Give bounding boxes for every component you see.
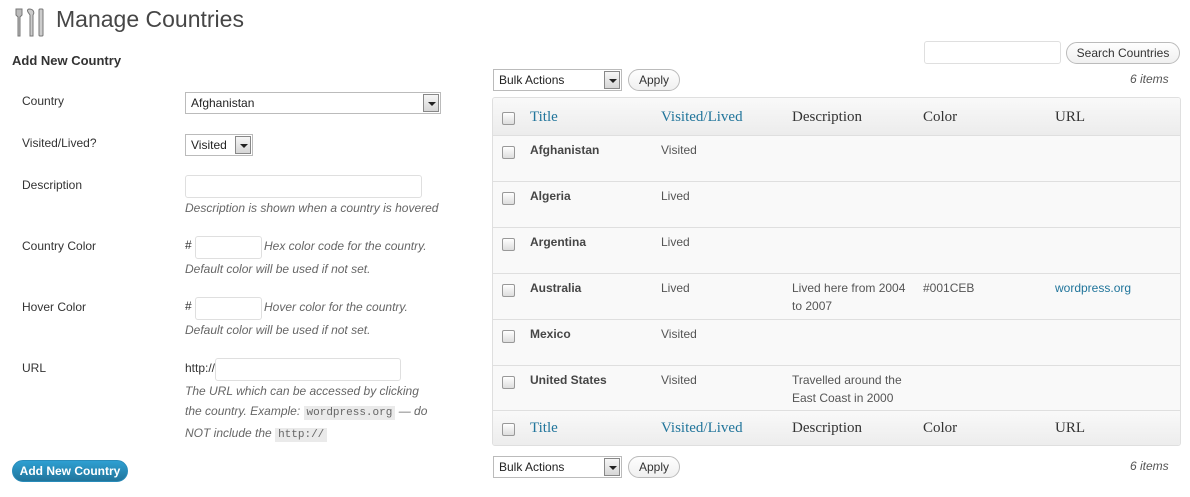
search-input[interactable] <box>924 41 1061 64</box>
url-hint-text: the country. Example: <box>185 404 301 418</box>
chevron-down-icon <box>423 94 439 112</box>
hover-color-default-hint: Default color will be used if not set. <box>185 323 371 337</box>
table-row: Argentina Lived <box>493 227 1180 273</box>
url-hint-code: wordpress.org <box>303 406 396 420</box>
row-title[interactable]: Australia <box>530 279 581 297</box>
visited-select[interactable]: Visited <box>185 134 253 156</box>
column-color: Color <box>923 420 958 436</box>
table-row: United States Visited Travelled around t… <box>493 365 1180 411</box>
row-visited: Lived <box>661 189 690 203</box>
chevron-down-icon <box>235 136 251 154</box>
row-title[interactable]: Afghanistan <box>530 141 599 159</box>
apply-button-bottom[interactable]: Apply <box>628 456 680 478</box>
row-checkbox[interactable] <box>502 376 515 389</box>
table-row: Mexico Visited <box>493 319 1180 365</box>
visited-select-value: Visited <box>191 138 227 152</box>
column-title[interactable]: Title <box>530 420 558 437</box>
select-all-checkbox[interactable] <box>502 112 515 125</box>
column-description: Description <box>792 109 862 125</box>
search-countries-button[interactable]: Search Countries <box>1066 42 1180 64</box>
table-row: Australia Lived Lived here from 2004 to … <box>493 273 1180 319</box>
url-prefix: http:// <box>185 361 216 375</box>
bulk-actions-value: Bulk Actions <box>499 460 565 474</box>
row-description: East Coast in 2000 <box>792 391 894 405</box>
description-hint: Description is shown when a country is h… <box>185 201 439 215</box>
add-new-country-button[interactable]: Add New Country <box>12 460 128 482</box>
bulk-actions-select-bottom[interactable]: Bulk Actions <box>493 456 622 478</box>
visited-label: Visited/Lived? <box>22 136 97 150</box>
hover-color-label: Hover Color <box>22 300 87 314</box>
url-hint-line-3: NOT include the http:// <box>185 424 328 445</box>
hash-prefix: # <box>185 299 192 313</box>
country-color-label: Country Color <box>22 239 97 253</box>
column-color: Color <box>923 109 958 125</box>
url-hint-code: http:// <box>275 428 328 442</box>
page-title: Manage Countries <box>56 6 244 32</box>
column-title[interactable]: Title <box>530 109 558 126</box>
apply-button-top[interactable]: Apply <box>628 69 680 91</box>
row-visited: Lived <box>661 235 690 249</box>
row-checkbox[interactable] <box>502 284 515 297</box>
row-description: to 2007 <box>792 299 833 313</box>
items-count-top: 6 items <box>1130 72 1169 86</box>
column-visited-lived[interactable]: Visited/Lived <box>661 420 743 437</box>
column-visited-lived[interactable]: Visited/Lived <box>661 109 743 126</box>
row-color: #001CEB <box>923 281 975 295</box>
row-visited: Visited <box>661 373 697 387</box>
hash-prefix: # <box>185 238 192 252</box>
items-count-bottom: 6 items <box>1130 459 1169 473</box>
column-url: URL <box>1055 420 1085 436</box>
column-description: Description <box>792 420 862 436</box>
row-url[interactable]: wordpress.org <box>1055 279 1131 297</box>
table-header-row: Title Visited/Lived Description Color UR… <box>493 98 1180 135</box>
url-hint-line-1: The URL which can be accessed by clickin… <box>185 384 419 398</box>
row-checkbox[interactable] <box>502 330 515 343</box>
bulk-actions-select-top[interactable]: Bulk Actions <box>493 69 622 91</box>
country-color-input[interactable] <box>195 236 262 259</box>
description-label: Description <box>22 178 83 192</box>
row-checkbox[interactable] <box>502 238 515 251</box>
url-hint-line-2: the country. Example: wordpress.org — do <box>185 402 427 423</box>
chevron-down-icon <box>604 71 620 89</box>
row-title[interactable]: Algeria <box>530 187 571 205</box>
row-description: Lived here from 2004 <box>792 281 906 295</box>
country-color-hint: Hex color code for the country. <box>264 239 427 253</box>
table-row: Afghanistan Visited <box>493 135 1180 181</box>
url-hint-text: NOT include the <box>185 426 272 440</box>
country-select-value: Afghanistan <box>191 96 255 110</box>
table-row: Algeria Lived <box>493 181 1180 227</box>
row-visited: Lived <box>661 281 690 295</box>
url-hint-text: — do <box>398 404 428 418</box>
row-title[interactable]: Mexico <box>530 325 571 343</box>
column-url: URL <box>1055 109 1085 125</box>
description-input[interactable] <box>185 175 422 198</box>
form-heading: Add New Country <box>12 53 122 68</box>
table-footer-row: Title Visited/Lived Description Color UR… <box>493 410 1180 445</box>
chevron-down-icon <box>604 458 620 476</box>
row-description: Travelled around the <box>792 373 902 387</box>
row-checkbox[interactable] <box>502 192 515 205</box>
bulk-actions-value: Bulk Actions <box>499 73 565 87</box>
hover-color-hint: Hover color for the country. <box>264 300 408 314</box>
hover-color-input[interactable] <box>195 297 262 320</box>
row-title[interactable]: Argentina <box>530 233 586 251</box>
tools-icon <box>12 6 46 38</box>
country-select[interactable]: Afghanistan <box>185 92 441 114</box>
country-label: Country <box>22 94 65 108</box>
row-checkbox[interactable] <box>502 146 515 159</box>
url-input[interactable] <box>215 358 401 381</box>
countries-table: Title Visited/Lived Description Color UR… <box>492 97 1181 446</box>
country-color-default-hint: Default color will be used if not set. <box>185 262 371 276</box>
row-visited: Visited <box>661 327 697 341</box>
row-title[interactable]: United States <box>530 371 607 389</box>
select-all-checkbox[interactable] <box>502 423 515 436</box>
row-visited: Visited <box>661 143 697 157</box>
url-label: URL <box>22 361 47 375</box>
